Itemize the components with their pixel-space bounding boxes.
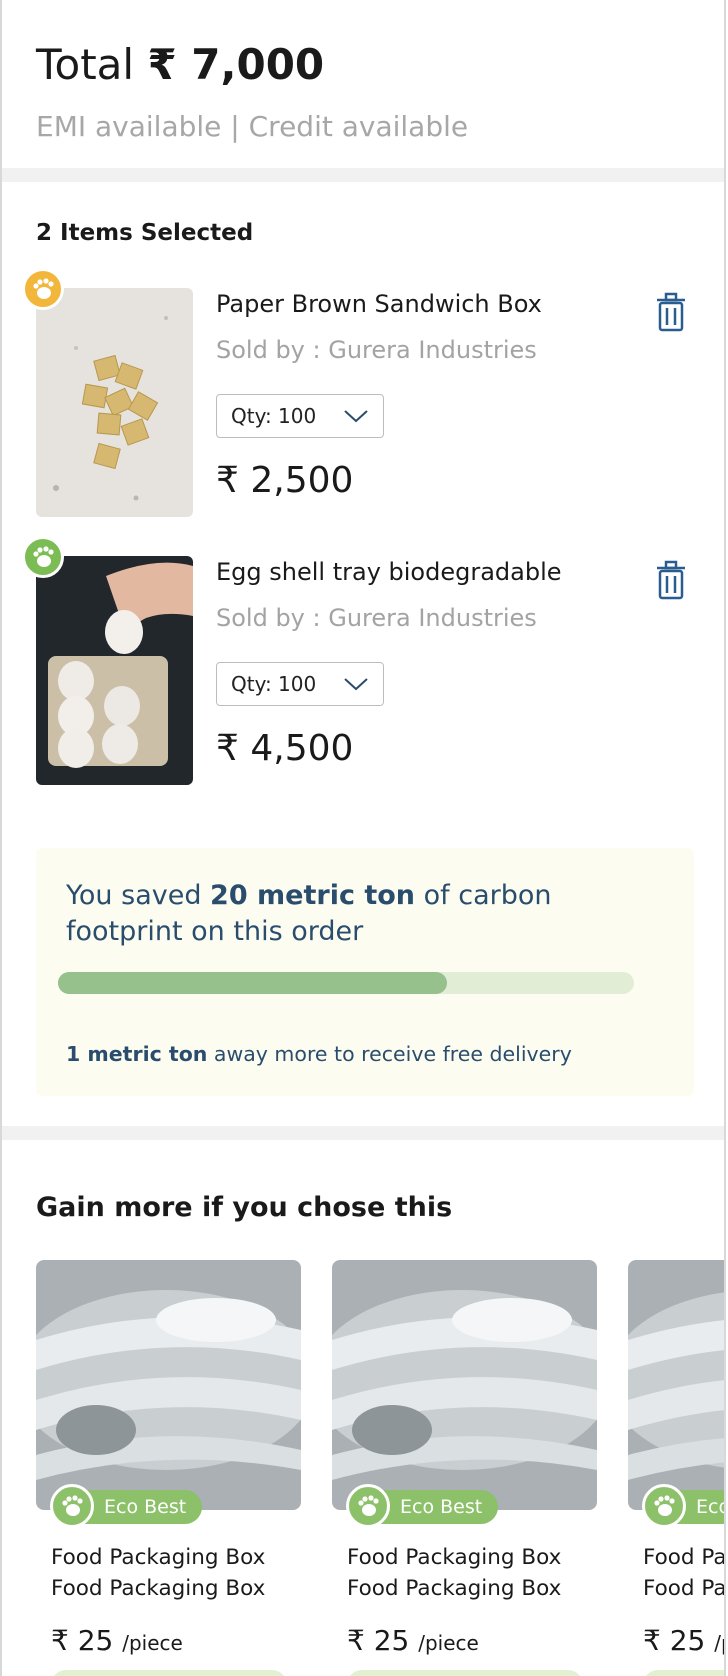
total-label: Total xyxy=(36,40,135,89)
trash-icon[interactable] xyxy=(654,560,688,600)
quantity-value: Qty: 100 xyxy=(231,404,317,428)
product-name[interactable]: Egg shell tray biodegradable xyxy=(216,558,562,586)
section-divider xyxy=(2,168,724,182)
product-price: ₹ 25 /piece xyxy=(643,1624,724,1657)
eco-best-badge: Eco Best xyxy=(346,1484,499,1528)
product-name[interactable]: Paper Brown Sandwich Box xyxy=(216,290,542,318)
payment-availability: EMI available | Credit available xyxy=(36,110,469,143)
cart-item: Paper Brown Sandwich Box Sold by : Gurer… xyxy=(2,268,724,517)
product-name[interactable]: Food Packaging Box Food Packaging Box xyxy=(347,1542,561,1604)
price-unit: /piece xyxy=(418,1631,479,1655)
product-name-line: Food Packaging Box xyxy=(643,1545,726,1570)
product-price: ₹ 25 /piece xyxy=(347,1624,479,1657)
footprint-icon xyxy=(346,1484,390,1528)
price-unit: /piece xyxy=(122,1631,183,1655)
seller-name: Sold by : Gurera Industries xyxy=(216,604,537,632)
recommendations-carousel[interactable]: Eco Best Food Packaging Box Food Packagi… xyxy=(36,1260,726,1676)
price-value: ₹ 25 xyxy=(347,1624,410,1657)
product-image[interactable] xyxy=(332,1260,597,1510)
section-divider xyxy=(2,1126,724,1140)
items-selected-heading: 2 Items Selected xyxy=(36,220,254,246)
item-price: ₹ 4,500 xyxy=(216,728,354,769)
footprint-icon xyxy=(33,546,54,567)
carbon-progress-fill xyxy=(58,972,447,994)
eco-footprint-badge xyxy=(22,268,64,310)
price-value: ₹ 25 xyxy=(643,1624,706,1657)
product-name-line: Food Packaging Box xyxy=(51,1545,266,1570)
add-to-cart-button[interactable] xyxy=(643,1670,724,1676)
add-to-cart-button[interactable] xyxy=(347,1670,583,1676)
product-name[interactable]: Food Packaging Box Food Packaging Box xyxy=(643,1542,726,1604)
price-value: ₹ 25 xyxy=(51,1624,114,1657)
price-unit: /piece xyxy=(714,1631,724,1655)
product-card[interactable]: Eco Best Food Packaging Box Food Packagi… xyxy=(628,1260,726,1676)
product-card[interactable]: Eco Best Food Packaging Box Food Packagi… xyxy=(36,1260,301,1676)
product-name-line: Food Packaging Box xyxy=(51,1576,266,1601)
cart-screen: Total ₹ 7,000 EMI available | Credit ava… xyxy=(0,0,726,1676)
product-image[interactable] xyxy=(628,1260,724,1510)
carbon-saved-message: You saved 20 metric ton of carbon footpr… xyxy=(66,878,626,950)
free-delivery-text: away more to receive free delivery xyxy=(207,1042,572,1066)
product-name-line: Food Packaging Box xyxy=(347,1576,562,1601)
carbon-msg-prefix: You saved xyxy=(66,880,211,911)
product-image[interactable] xyxy=(36,556,193,785)
footprint-icon xyxy=(642,1484,686,1528)
free-delivery-note: 1 metric ton away more to receive free d… xyxy=(66,1042,572,1066)
footprint-icon xyxy=(50,1484,94,1528)
add-to-cart-button[interactable] xyxy=(51,1670,287,1676)
chevron-down-icon xyxy=(344,410,368,423)
seller-name: Sold by : Gurera Industries xyxy=(216,336,537,364)
carbon-savings-card: You saved 20 metric ton of carbon footpr… xyxy=(36,848,694,1096)
eco-best-label: Eco Best xyxy=(400,1496,483,1518)
product-card[interactable]: Eco Best Food Packaging Box Food Packagi… xyxy=(332,1260,597,1676)
recommendations-heading: Gain more if you chose this xyxy=(36,1192,453,1223)
total-amount: ₹ 7,000 xyxy=(147,40,325,89)
product-price: ₹ 25 /piece xyxy=(51,1624,183,1657)
item-price: ₹ 2,500 xyxy=(216,460,354,501)
product-name-line: Food Packaging Box xyxy=(347,1545,562,1570)
eco-best-label: Eco Best xyxy=(104,1496,187,1518)
total-summary: Total ₹ 7,000 xyxy=(36,40,324,89)
carbon-saved-amount: 20 metric ton xyxy=(210,880,416,911)
carbon-progress-bar xyxy=(58,972,634,994)
product-image[interactable] xyxy=(36,288,193,517)
product-name[interactable]: Food Packaging Box Food Packaging Box xyxy=(51,1542,265,1604)
quantity-dropdown[interactable]: Qty: 100 xyxy=(216,394,384,438)
cart-item: Egg shell tray biodegradable Sold by : G… xyxy=(2,536,724,785)
product-name-line: Food Packaging Box xyxy=(643,1576,726,1601)
product-image[interactable] xyxy=(36,1260,301,1510)
trash-icon[interactable] xyxy=(654,292,688,332)
remaining-amount: 1 metric ton xyxy=(66,1042,208,1066)
footprint-icon xyxy=(33,278,54,299)
quantity-value: Qty: 100 xyxy=(231,672,317,696)
chevron-down-icon xyxy=(344,678,368,691)
eco-footprint-badge xyxy=(22,536,64,578)
eco-best-label: Eco Best xyxy=(696,1496,724,1518)
quantity-dropdown[interactable]: Qty: 100 xyxy=(216,662,384,706)
eco-best-badge: Eco Best xyxy=(642,1484,724,1528)
eco-best-badge: Eco Best xyxy=(50,1484,203,1528)
total-line: Total ₹ 7,000 xyxy=(36,40,324,89)
